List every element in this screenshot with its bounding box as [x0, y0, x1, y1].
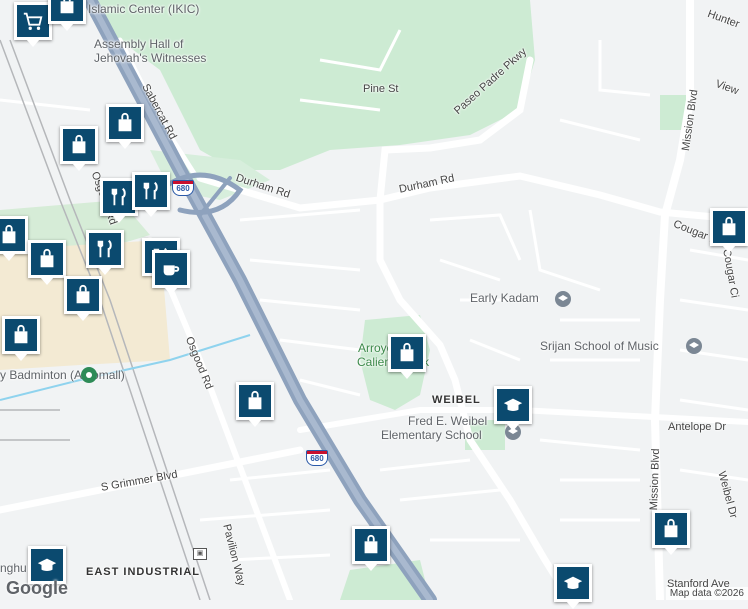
school-icon[interactable] — [686, 338, 702, 354]
restaurant-icon[interactable] — [132, 172, 170, 217]
school-icon[interactable] — [494, 386, 532, 431]
store-bag-icon[interactable] — [28, 240, 66, 285]
store-bag-icon[interactable] — [0, 216, 28, 261]
school-icon[interactable] — [555, 291, 571, 307]
store-bag-icon[interactable] — [388, 334, 426, 379]
label-assembly-hall[interactable]: Assembly Hall of Jehovah's Witnesses — [94, 37, 234, 66]
label-fred-weibel-line1[interactable]: Fred E. Weibel — [408, 414, 487, 429]
interstate-shield: 680 — [306, 450, 328, 466]
store-bag-icon[interactable] — [710, 208, 748, 253]
label-weibel: WEIBEL — [432, 394, 481, 406]
label-pine-st: Pine St — [363, 83, 399, 95]
store-bag-icon[interactable] — [60, 126, 98, 171]
label-badminton[interactable]: y Badminton (Automall) — [0, 368, 125, 383]
label-early-kadam[interactable]: Early Kadam — [470, 291, 539, 306]
label-mission-blvd-bottom: Mission Blvd — [648, 448, 663, 511]
store-bag-icon[interactable] — [652, 510, 690, 555]
recreation-icon[interactable] — [81, 367, 97, 383]
store-bag-icon[interactable] — [106, 104, 144, 149]
label-antelope-dr: Antelope Dr — [668, 421, 727, 433]
label-srijan-school[interactable]: Srijan School of Music — [540, 339, 659, 354]
restaurant-icon[interactable] — [86, 230, 124, 275]
transit-stop-icon[interactable]: ▣ — [193, 548, 207, 560]
google-logo[interactable]: Google — [6, 578, 68, 599]
cafe-icon[interactable] — [152, 250, 190, 295]
store-bag-icon[interactable] — [2, 316, 40, 361]
school-icon[interactable] — [554, 564, 592, 609]
interstate-shield: 680 — [172, 180, 194, 196]
store-bag-icon[interactable] — [352, 526, 390, 571]
label-nghu[interactable]: nghu — [0, 561, 27, 576]
map-attribution[interactable]: Map data ©2026 — [665, 587, 748, 600]
label-fred-weibel-line2[interactable]: Elementary School — [381, 428, 482, 443]
store-bag-icon[interactable] — [236, 382, 274, 427]
store-bag-icon[interactable] — [48, 0, 86, 31]
store-bag-icon[interactable] — [64, 276, 102, 321]
label-islamic-center[interactable]: Islamic Center (IKIC) — [88, 2, 199, 17]
shopping-cart-icon[interactable] — [14, 2, 52, 47]
label-east-industrial: EAST INDUSTRIAL — [86, 566, 200, 578]
